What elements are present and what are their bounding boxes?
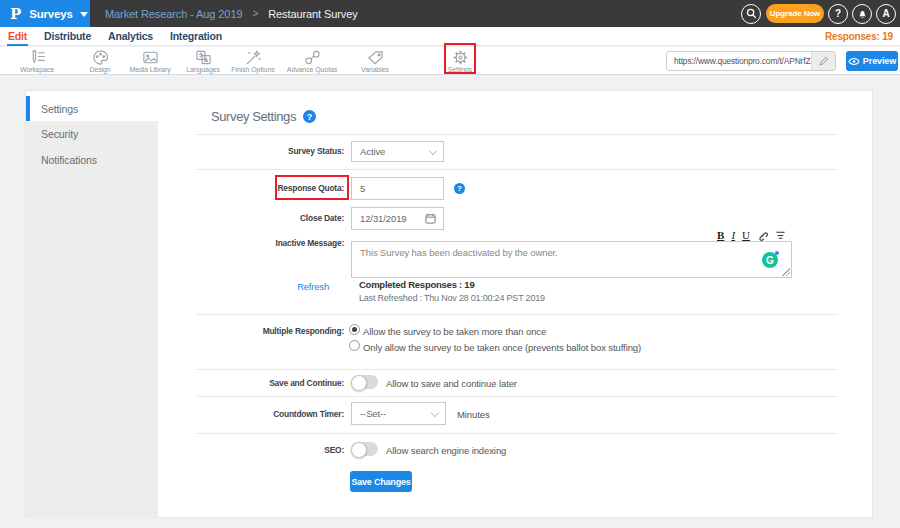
account-button[interactable]: A	[876, 4, 896, 24]
radio-once-only[interactable]	[349, 340, 360, 351]
countdown-timer-select[interactable]: --Set--	[351, 402, 446, 425]
survey-url-value: https://www.questionpro.com/t/APNrfZ	[674, 56, 811, 66]
translate-icon	[194, 49, 213, 66]
save-and-continue-text: Allow to save and continue later	[386, 378, 517, 389]
sidebar-item-settings[interactable]: Settings	[26, 96, 158, 121]
divider	[196, 314, 838, 315]
help-button[interactable]: ?	[828, 4, 848, 24]
annotation-box-response-quota	[275, 175, 349, 200]
top-navbar: P Surveys Market Research - Aug 2019 > R…	[0, 0, 900, 27]
save-and-continue-label: Save and Continue:	[158, 378, 344, 388]
surveys-menu[interactable]: P Surveys	[0, 0, 90, 27]
divider	[196, 369, 838, 370]
sidebar-item-notifications[interactable]: Notifications	[26, 147, 158, 172]
settings-card: Settings Security Notifications Survey S…	[25, 90, 873, 518]
magic-wand-icon	[244, 49, 263, 66]
tag-icon	[366, 49, 385, 66]
refresh-link[interactable]: Refresh	[129, 281, 329, 292]
sidebar-item-security[interactable]: Security	[26, 121, 158, 146]
survey-status-select[interactable]: Active	[351, 141, 444, 162]
breadcrumb-separator: >	[252, 8, 258, 19]
breadcrumb-current: Restaurant Survey	[268, 8, 357, 20]
seo-text: Allow search engine indexing	[386, 445, 506, 456]
notifications-button[interactable]	[852, 4, 872, 24]
countdown-timer-label: Countdown Timer:	[158, 409, 344, 419]
radio-multiple-allowed-label[interactable]: Allow the survey to be taken more than o…	[363, 326, 546, 337]
chevron-down-icon	[431, 409, 439, 417]
preview-button[interactable]: Preview	[846, 51, 898, 71]
toolbar-item-variables[interactable]: Variables	[335, 49, 415, 73]
underline-button[interactable]: U	[742, 229, 750, 241]
countdown-timer-suffix: Minutes	[457, 409, 490, 420]
eye-icon	[848, 57, 860, 66]
search-button[interactable]	[741, 4, 761, 24]
breadcrumb: Market Research - Aug 2019 > Restaurant …	[105, 0, 358, 27]
breadcrumb-parent[interactable]: Market Research - Aug 2019	[105, 8, 242, 20]
page: P Surveys Market Research - Aug 2019 > R…	[0, 0, 900, 528]
menu-item-analytics[interactable]: Analytics	[108, 30, 153, 42]
workspace-icon	[28, 49, 47, 66]
survey-status-label: Survey Status:	[158, 146, 344, 156]
response-quota-help-icon[interactable]: ?	[454, 183, 465, 194]
survey-url-field[interactable]: https://www.questionpro.com/t/APNrfZ	[666, 51, 836, 71]
divider	[196, 134, 838, 135]
divider	[196, 433, 838, 434]
save-and-continue-toggle[interactable]	[351, 375, 378, 389]
palette-icon	[91, 49, 110, 66]
sidebar-background	[26, 121, 158, 518]
divider	[196, 396, 838, 397]
save-changes-button[interactable]: Save Changes	[350, 471, 412, 492]
pencil-icon	[819, 56, 829, 66]
text-format-toolbar: B I U	[586, 229, 786, 241]
close-date-label: Close Date:	[158, 213, 344, 223]
completed-responses: Completed Responses : 19 Last Refreshed …	[359, 279, 545, 303]
grammarly-icon[interactable]: G	[762, 252, 778, 268]
product-menu-label: Surveys	[29, 8, 72, 20]
seo-toggle[interactable]	[351, 442, 378, 456]
divider	[196, 169, 838, 170]
inactive-message-label: Inactive Message:	[158, 238, 344, 248]
chevron-down-icon	[80, 12, 88, 17]
bold-button[interactable]: B	[717, 229, 724, 241]
responses-count[interactable]: Responses: 19	[825, 31, 893, 42]
close-date-input[interactable]: 12/31/2019	[351, 207, 444, 230]
page-title: Survey Settings ?	[211, 109, 316, 124]
seo-label: SEO:	[158, 445, 344, 455]
top-actions: Upgrade Now ? A	[737, 0, 896, 27]
menu-item-integration[interactable]: Integration	[170, 30, 222, 42]
horizontal-rule-button[interactable]	[775, 230, 786, 241]
italic-button[interactable]: I	[731, 229, 735, 241]
radio-multiple-allowed[interactable]	[349, 324, 360, 335]
search-icon	[746, 8, 757, 19]
response-quota-input[interactable]: 5	[351, 177, 444, 200]
menu-item-edit[interactable]: Edit	[8, 30, 27, 42]
chevron-down-icon	[429, 147, 437, 155]
upgrade-now-button[interactable]: Upgrade Now	[766, 4, 824, 23]
multiple-responding-label: Multiple Responding:	[158, 326, 344, 336]
active-tab-underline	[7, 44, 28, 46]
image-icon	[141, 49, 160, 66]
chain-links-icon	[303, 49, 322, 66]
title-help-icon[interactable]: ?	[303, 110, 316, 123]
resize-handle[interactable]	[782, 268, 790, 276]
calendar-icon	[425, 213, 436, 224]
questionpro-logo: P	[10, 5, 21, 23]
radio-once-only-label[interactable]: Only allow the survey to be taken once (…	[363, 342, 641, 353]
inactive-message-textarea[interactable]: This Survey has been deactivated by the …	[351, 241, 792, 278]
annotation-box-settings	[444, 43, 476, 74]
link-button[interactable]	[757, 230, 768, 241]
menu-item-distribute[interactable]: Distribute	[44, 30, 91, 42]
edit-url-button[interactable]	[811, 52, 835, 70]
bell-icon	[857, 8, 868, 19]
